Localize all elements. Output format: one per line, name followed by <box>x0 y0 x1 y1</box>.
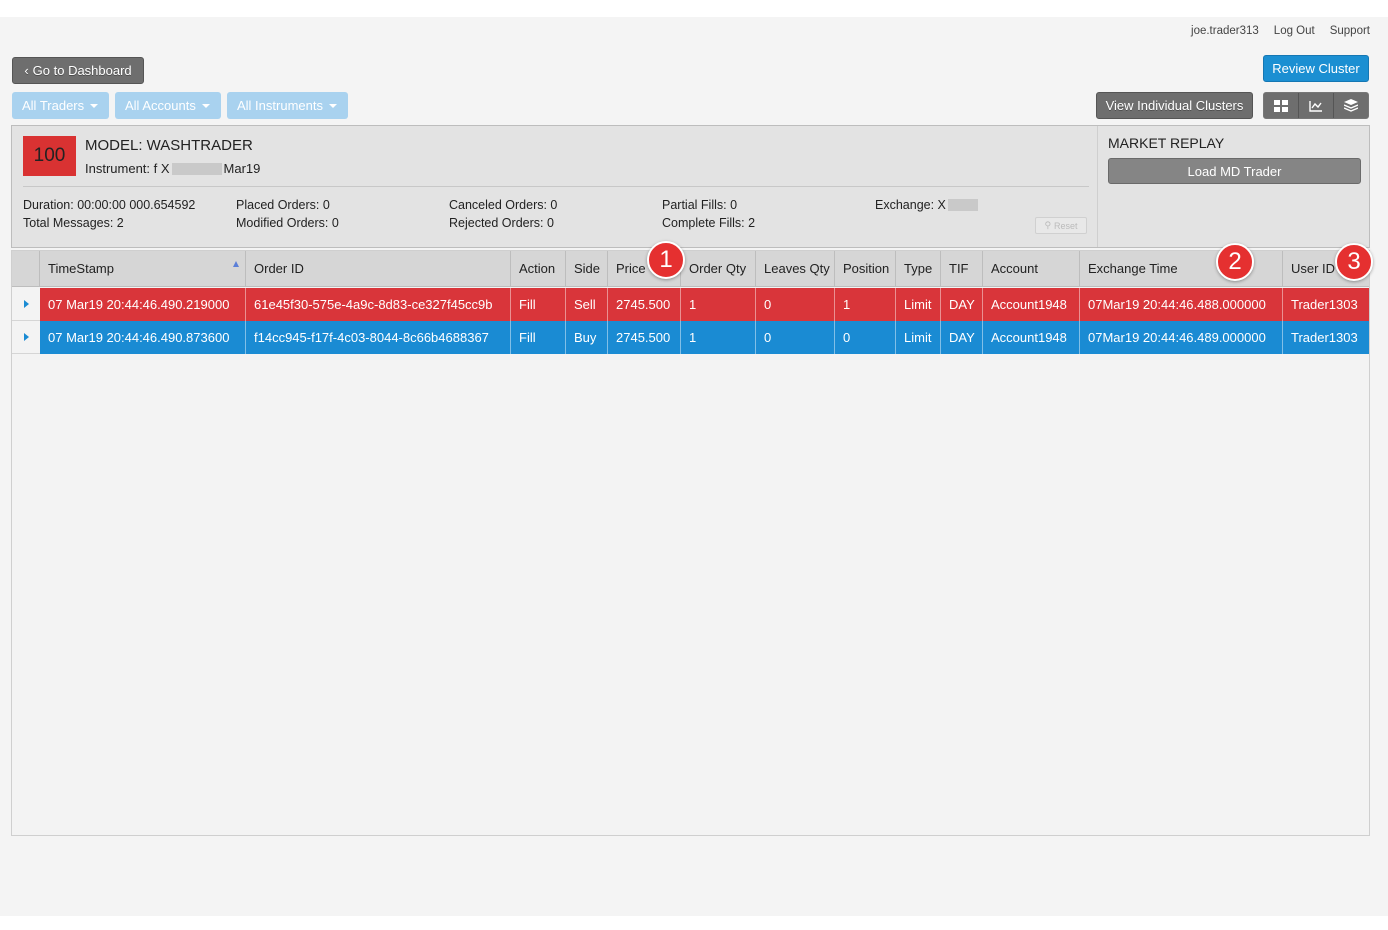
caret-down-icon <box>90 103 99 108</box>
top-bar: joe.trader313 Log Out Support <box>1191 25 1370 37</box>
cell-leaves-qty: 0 <box>756 288 835 321</box>
callout-badge: 3 <box>1335 243 1373 281</box>
stat-total-messages: Total Messages: 2 <box>23 216 124 230</box>
cell-side: Buy <box>566 321 608 354</box>
stat-partial-fills: Partial Fills: 0 <box>662 198 738 212</box>
cell-action: Fill <box>511 288 566 321</box>
cell-user-id: Trader1303 <box>1291 297 1358 312</box>
row-expander[interactable] <box>12 288 40 321</box>
orders-grid: TimeStamp Order ID Action Side Price Ord… <box>11 250 1370 836</box>
cell-timestamp: 07 Mar19 20:44:46.490.873600 <box>40 321 246 354</box>
cell-order-id: f14cc945-f17f-4c03-8044-8c66b4688367 <box>246 321 511 354</box>
header-action[interactable]: Action <box>511 251 566 286</box>
cell-order-qty: 1 <box>681 288 756 321</box>
stat-canceled-orders: Canceled Orders: 0 <box>449 198 558 212</box>
market-replay-panel: MARKET REPLAY Load MD Trader <box>1097 126 1369 247</box>
cell-account: Account1948 <box>983 288 1080 321</box>
cell-account: Account1948 <box>983 321 1080 354</box>
cell-leaves-qty: 0 <box>756 321 835 354</box>
header-position[interactable]: Position <box>835 251 896 286</box>
cell-timestamp: 07 Mar19 20:44:46.490.219000 <box>40 288 246 321</box>
layers-icon[interactable] <box>1334 93 1368 118</box>
score-badge: 100 <box>23 136 76 176</box>
cell-side: Sell <box>566 288 608 321</box>
stat-exchange: Exchange: X <box>875 198 980 212</box>
header-timestamp[interactable]: TimeStamp <box>40 251 246 286</box>
header-order-id[interactable]: Order ID <box>246 251 511 286</box>
go-to-dashboard-button[interactable]: ‹ Go to Dashboard <box>12 57 144 84</box>
table-row[interactable]: 07 Mar19 20:44:46.490.873600 f14cc945-f1… <box>12 321 1369 354</box>
grid-view-icon[interactable] <box>1264 93 1299 118</box>
traders-filter[interactable]: All Traders <box>12 92 109 119</box>
stat-placed-orders: Placed Orders: 0 <box>236 198 330 212</box>
logout-link[interactable]: Log Out <box>1274 25 1315 37</box>
chevron-left-icon: ‹ <box>24 63 29 78</box>
header-account[interactable]: Account <box>983 251 1080 286</box>
instruments-filter[interactable]: All Instruments <box>227 92 348 119</box>
model-summary-panel: 100 MODEL: WASHTRADER Instrument: f X Ma… <box>11 125 1370 248</box>
header-leaves-qty[interactable]: Leaves Qty <box>756 251 835 286</box>
reset-button[interactable]: ⚲ Reset <box>1035 217 1087 234</box>
caret-down-icon <box>201 103 210 108</box>
instrument-label: Instrument: f X Mar19 <box>85 161 261 176</box>
cell-tif: DAY <box>941 288 983 321</box>
cell-order-qty: 1 <box>681 321 756 354</box>
cell-exchange-time: 07Mar19 20:44:46.489.000000 <box>1080 321 1283 354</box>
load-md-trader-button[interactable]: Load MD Trader <box>1108 158 1361 184</box>
redacted-block <box>947 199 978 211</box>
username: joe.trader313 <box>1191 25 1259 37</box>
model-title: MODEL: WASHTRADER <box>85 137 253 154</box>
header-type[interactable]: Type <box>896 251 941 286</box>
app-window: joe.trader313 Log Out Support ‹ Go to Da… <box>0 17 1388 916</box>
support-link[interactable]: Support <box>1330 25 1370 37</box>
table-row[interactable]: 07 Mar19 20:44:46.490.219000 61e45f30-57… <box>12 288 1369 321</box>
line-chart-icon[interactable] <box>1299 93 1334 118</box>
header-order-qty[interactable]: Order Qty <box>681 251 756 286</box>
cell-type: Limit <box>896 321 941 354</box>
cell-price: 2745.500 <box>608 321 681 354</box>
sort-ascending-icon <box>233 261 239 267</box>
cell-user-id: Trader1303 <box>1291 330 1358 345</box>
header-expander <box>12 251 40 286</box>
market-replay-title: MARKET REPLAY <box>1108 135 1225 151</box>
divider <box>23 186 1089 187</box>
cell-position: 0 <box>835 321 896 354</box>
callout-badge: 1 <box>647 241 685 279</box>
cell-order-id: 61e45f30-575e-4a9c-8d83-ce327f45cc9b <box>246 288 511 321</box>
stat-rejected-orders: Rejected Orders: 0 <box>449 216 554 230</box>
expand-arrow-icon <box>23 300 29 308</box>
expand-arrow-icon <box>23 333 29 341</box>
caret-down-icon <box>328 103 337 108</box>
cell-tif: DAY <box>941 321 983 354</box>
cell-price: 2745.500 <box>608 288 681 321</box>
review-cluster-button[interactable]: Review Cluster <box>1263 55 1369 82</box>
redacted-block <box>171 162 222 175</box>
header-tif[interactable]: TIF <box>941 251 983 286</box>
stat-modified-orders: Modified Orders: 0 <box>236 216 339 230</box>
view-toggle-group <box>1263 92 1369 119</box>
grid-header: TimeStamp Order ID Action Side Price Ord… <box>12 251 1369 287</box>
search-icon: ⚲ <box>1044 220 1052 230</box>
row-expander[interactable] <box>12 321 40 354</box>
accounts-filter[interactable]: All Accounts <box>115 92 221 119</box>
cell-type: Limit <box>896 288 941 321</box>
cell-exchange-time: 07Mar19 20:44:46.488.000000 <box>1080 288 1283 321</box>
stat-complete-fills: Complete Fills: 2 <box>662 216 756 230</box>
cell-action: Fill <box>511 321 566 354</box>
cell-position: 1 <box>835 288 896 321</box>
callout-badge: 2 <box>1216 243 1254 281</box>
stat-duration: Duration: 00:00:00 000.654592 <box>23 198 196 212</box>
header-side[interactable]: Side <box>566 251 608 286</box>
view-individual-clusters-button[interactable]: View Individual Clusters <box>1096 92 1253 119</box>
